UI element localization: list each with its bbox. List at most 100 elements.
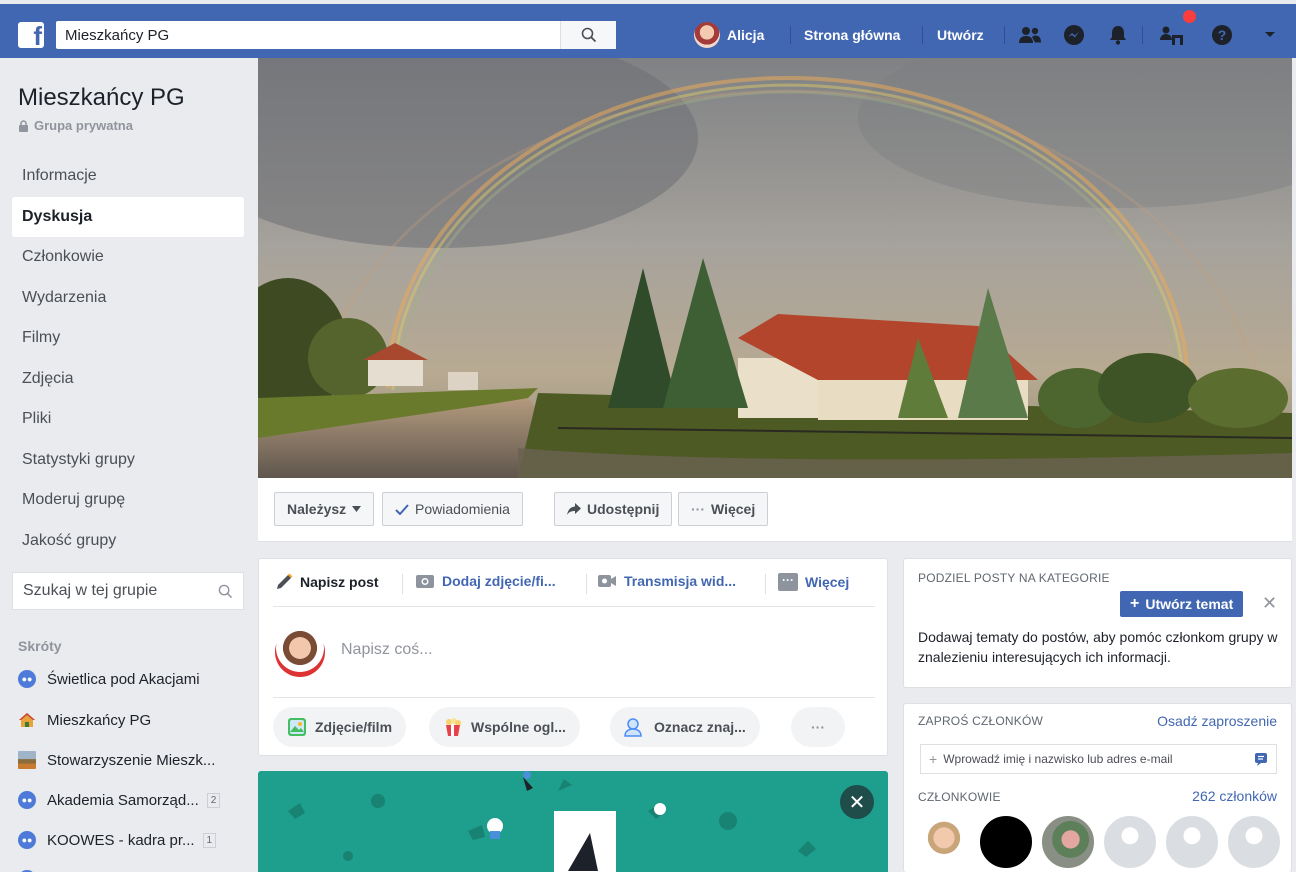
tab-add-photo[interactable]: Dodaj zdjęcie/fi... [415,573,556,589]
watch-party-button[interactable]: Wspólne ogl... [429,707,580,747]
member-avatar[interactable] [1040,814,1096,870]
group-search-placeholder: Szukaj w tej grupie [23,582,158,599]
top-navigation-bar: f Mieszkańcy PG Alicja Strona główna Utw… [0,0,1296,58]
photo-video-button[interactable]: Zdjęcie/film [273,707,407,747]
plus-icon: + [1130,595,1140,612]
tab-label: Więcej [805,574,850,590]
divider [1004,26,1005,44]
sidebar-item-info[interactable]: Informacje [12,156,244,197]
avatar[interactable] [275,627,325,677]
tab-label: Transmisja wid... [624,573,737,589]
invite-input[interactable]: + Wprowadź imię i nazwisko lub adres e-m… [920,744,1277,774]
shortcuts-heading: Skróty [18,638,62,654]
search-input[interactable]: Mieszkańcy PG [56,27,560,44]
embed-invite-link[interactable]: Osadź zaproszenie [1157,713,1277,729]
group-navigation: Informacje Dyskusja Członkowie Wydarzeni… [12,156,244,561]
group-icon: ●● [18,670,36,688]
sidebar-item-videos[interactable]: Filmy [12,318,244,359]
ellipsis-icon: ··· [811,719,825,735]
members-count-link[interactable]: 262 członków [1192,788,1277,804]
divider [586,574,587,594]
shortcut-label: Stowarzyszenie Mieszk... [47,751,216,769]
invite-members-card: ZAPROŚ CZŁONKÓW Osadź zaproszenie + Wpro… [903,703,1292,872]
unread-count-badge: 1 [202,832,217,848]
sidebar-item-quality[interactable]: Jakość grupy [12,521,244,562]
group-title[interactable]: Mieszkańcy PG [18,84,185,112]
notifications-bell-icon[interactable] [1106,24,1130,46]
member-avatar[interactable] [1164,814,1220,870]
lock-icon [19,119,28,132]
shortcut-item[interactable]: ●● KOOWES - kadra pr... 1 [18,825,254,855]
promo-illustration [288,771,816,872]
membership-button[interactable]: Należysz [274,492,375,526]
sidebar-item-moderate[interactable]: Moderuj grupę [12,480,244,521]
tab-write-post[interactable]: Napisz post [275,573,379,591]
close-icon[interactable]: ✕ [840,785,874,819]
tab-live-video[interactable]: Transmisja wid... [597,573,736,589]
shortcut-label: Mieszkańcy PG [47,711,152,729]
create-topic-label: Utwórz temat [1145,596,1234,612]
divider [922,26,923,44]
photo-video-icon [288,718,306,736]
chevron-down-icon[interactable] [1258,24,1282,46]
tag-friends-icon [624,718,642,737]
messenger-icon[interactable] [1062,24,1086,46]
search-button[interactable] [560,21,616,49]
cover-photo[interactable] [258,58,1292,478]
group-icon: ●● [18,831,36,849]
home-icon [18,711,36,729]
more-icon: ··· [778,573,798,591]
group-privacy: Grupa prywatna [18,118,133,133]
membership-label: Należysz [287,501,347,517]
divider [402,574,403,594]
notifications-button[interactable]: Powiadomienia [382,492,523,526]
member-avatar[interactable] [1102,814,1158,870]
sidebar-item-members[interactable]: Członkowie [12,237,244,278]
friend-requests-icon[interactable] [1018,24,1042,46]
share-button[interactable]: Udostępnij [554,492,673,526]
create-topic-button[interactable]: + Utwórz temat [1120,591,1244,617]
caret-down-icon [352,506,362,512]
contact-list-icon [1255,753,1267,766]
sidebar-item-photos[interactable]: Zdjęcia [12,359,244,400]
shortcut-item[interactable]: Stowarzyszenie Mieszk... [18,745,254,775]
more-button[interactable]: ··· Więcej [678,492,769,526]
share-label: Udostępnij [587,501,660,517]
member-avatar[interactable] [1226,814,1282,870]
group-search-input[interactable]: Szukaj w tej grupie [12,572,244,610]
group-thumbnail [18,751,36,769]
user-name: Alicja [727,27,765,43]
profile-link[interactable]: Alicja [694,22,764,48]
help-icon[interactable]: ? [1210,24,1234,46]
member-avatar[interactable] [978,814,1034,870]
sidebar-item-discussion[interactable]: Dyskusja [12,196,244,237]
create-link[interactable]: Utwórz [937,27,984,43]
shortcut-item[interactable]: ●● Akademia Samorząd... 2 [18,785,254,815]
topics-description: Dodawaj tematy do postów, aby pomóc czło… [918,629,1278,665]
shortcut-item[interactable]: ●● [18,864,254,872]
shortcut-item[interactable]: Mieszkańcy PG [18,705,254,735]
privacy-label: Grupa prywatna [34,118,133,133]
composer-input[interactable]: Napisz coś... [341,641,433,659]
action-label: Oznacz znaj... [654,719,746,735]
video-camera-icon [598,575,616,587]
sidebar-item-events[interactable]: Wydarzenia [12,278,244,319]
tag-friends-button[interactable]: Oznacz znaj... [610,707,760,747]
action-label: Zdjęcie/film [315,719,393,735]
home-link[interactable]: Strona główna [804,27,900,43]
share-arrow-icon [567,503,581,515]
shortcut-item[interactable]: ●● Świetlica pod Akacjami [18,664,254,694]
member-avatar[interactable] [916,814,972,870]
plus-icon: + [929,751,938,767]
sidebar-item-files[interactable]: Pliki [12,399,244,440]
post-composer: Napisz post Dodaj zdjęcie/fi... Transmis… [258,558,888,756]
members-heading: CZŁONKOWIE [918,790,1001,804]
cover-action-bar: Należysz Powiadomienia Udostępnij ··· Wi… [258,478,1292,542]
close-icon[interactable]: ✕ [1262,593,1277,614]
global-search-field[interactable]: Mieszkańcy PG [56,21,616,49]
facebook-logo-icon[interactable]: f [18,22,44,48]
tab-more[interactable]: ··· Więcej [778,573,849,591]
people-network-icon[interactable] [1160,24,1184,46]
more-actions-button[interactable]: ··· [791,707,845,747]
sidebar-item-insights[interactable]: Statystyki grupy [12,440,244,481]
